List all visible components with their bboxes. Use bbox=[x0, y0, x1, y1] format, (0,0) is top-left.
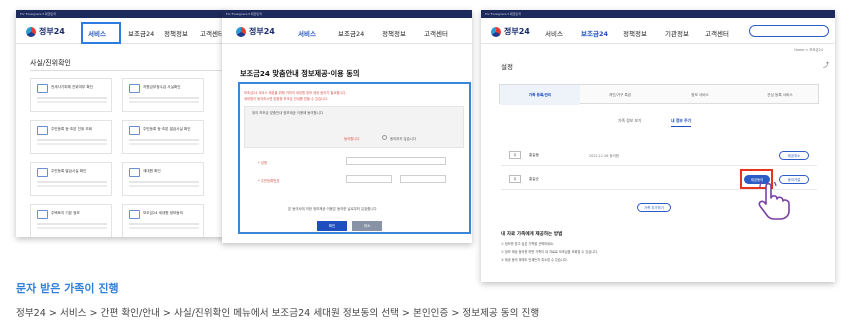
nav-support[interactable]: 고객센터 bbox=[200, 28, 224, 38]
document-icon bbox=[129, 126, 140, 135]
nav-policy[interactable]: 정책정보 bbox=[164, 28, 188, 38]
service-card[interactable]: 주민등록 등·초본 발급사실 확인 bbox=[122, 120, 204, 154]
navigation-path: 정부24 > 서비스 > 간편 확인/안내 > 사실/진위확인 메뉴에서 보조금… bbox=[16, 308, 540, 319]
nav-support[interactable]: 고객센터 bbox=[424, 28, 448, 38]
search-input[interactable] bbox=[749, 25, 829, 37]
document-icon bbox=[37, 126, 48, 135]
notice-text: 세대원이 동의하시면 맞춤형 보조금 안내를 받을 수 있습니다. bbox=[244, 97, 329, 101]
rrn-back-input[interactable] bbox=[400, 175, 446, 183]
site-header: 정부24 서비스 보조금24 정책정보 고객센터 bbox=[16, 18, 228, 44]
screenshot-panel-family-settings: For Foreigners ▾ 대한민국 정부24 서비스 보조금24 정책정… bbox=[481, 10, 835, 282]
document-icon bbox=[37, 168, 48, 177]
subtab-give-my-info[interactable]: 내 정보 주기 bbox=[671, 118, 692, 127]
money-icon bbox=[129, 210, 140, 219]
utility-bar: For Foreigners ▾ 대한민국 bbox=[222, 10, 472, 18]
radio-disagree[interactable] bbox=[382, 135, 387, 140]
logo-icon bbox=[491, 26, 501, 37]
screenshot-panel-service-menu: For Foreigners ▾ 대한민국 정부24 서비스 보조금24 정책정… bbox=[16, 10, 228, 237]
cancel-button[interactable]: 취소 bbox=[352, 221, 382, 231]
service-card[interactable]: 주택토지 기본 정보 bbox=[30, 204, 112, 237]
tab-personal-traits[interactable]: 개인/가구 특성 bbox=[580, 85, 660, 105]
name-label: * 성명 bbox=[258, 161, 268, 165]
site-header: 정부24 서비스 보조금24 정책정보 기관정보 고객센터 bbox=[481, 18, 835, 44]
add-family-button[interactable]: 가족 추가하기 bbox=[637, 203, 671, 212]
utility-bar: For Foreigners ▾ 대한민국 bbox=[481, 10, 835, 18]
service-card[interactable]: 지원금부정수급 사실확인 bbox=[122, 78, 204, 112]
help-step: ② 정보 제공 동의를 하면 가족이 내 자료로 보조금을 조회할 수 있습니다… bbox=[501, 250, 599, 254]
document-icon bbox=[129, 84, 140, 93]
tab-interest-service[interactable]: 관심 등록 서비스 bbox=[740, 85, 820, 105]
help-title: 내 자료 가족에게 제공하는 방법 bbox=[501, 232, 563, 237]
service-card[interactable]: 주민등록 발급사실 확인 bbox=[30, 162, 112, 196]
radio-agree-label: 동의합니다 bbox=[344, 137, 360, 141]
logo-icon bbox=[236, 26, 246, 37]
rrn-front-input[interactable] bbox=[346, 175, 392, 183]
help-step: ③ 제공 동의 후에도 언제든지 취소할 수 있습니다. bbox=[501, 258, 568, 262]
house-icon bbox=[129, 168, 140, 177]
nav-service[interactable]: 서비스 bbox=[298, 28, 316, 38]
nav-agency[interactable]: 기관정보 bbox=[665, 28, 689, 38]
utility-bar: For Foreigners ▾ 대한민국 bbox=[16, 10, 228, 18]
page-title: 설정 bbox=[501, 63, 513, 71]
bottom-note: 본 동의서에 의한 정보제공·이용은 동의한 날로부터 유효합니다 bbox=[288, 207, 377, 211]
document-icon bbox=[37, 84, 48, 93]
nav-support[interactable]: 고객센터 bbox=[705, 28, 729, 38]
service-card-subsidy24[interactable]: 보조금24 세대원 정보동의 bbox=[122, 204, 204, 237]
gov24-logo[interactable]: 정부24 bbox=[236, 26, 275, 37]
divider bbox=[30, 70, 226, 71]
subtab-view-family[interactable]: 가족 정보 보기 bbox=[618, 118, 641, 124]
notice-text: 보조금24 서비스 제공을 위해 귀하의 세대원 정보 제공 동의가 필요합니다… bbox=[244, 91, 347, 95]
confirm-button[interactable]: 확인 bbox=[317, 221, 347, 231]
service-card[interactable]: 세대원 확인 bbox=[122, 162, 204, 196]
name-input[interactable] bbox=[346, 157, 446, 165]
settings-tabs: 가족 등록/관리 개인/가구 특성 정보 서비스 관심 등록 서비스 bbox=[499, 84, 820, 105]
family-row: 자 홍길동 2022.11.26 동의함 제공취소 bbox=[501, 146, 817, 166]
form-title: 보조금24 맞춤안내 정보제공·이용 동의 bbox=[240, 69, 360, 78]
nav-subsidy24[interactable]: 보조금24 bbox=[581, 28, 608, 38]
page-title: 사실/진위확인 bbox=[30, 59, 71, 67]
share-icon[interactable]: ⤴ bbox=[823, 60, 829, 69]
pointing-hand-icon bbox=[758, 182, 790, 220]
service-card[interactable]: 전세사기피해 진위여부 확인 bbox=[30, 78, 112, 112]
nav-subsidy24[interactable]: 보조금24 bbox=[128, 28, 154, 38]
highlight-service-menu bbox=[81, 22, 121, 44]
document-icon bbox=[37, 210, 48, 219]
consent-text: 위의 보조금 맞춤안내 정보제공 이용에 동의합니다 bbox=[252, 111, 323, 115]
step-caption: 문자 받은 가족이 진행 bbox=[16, 282, 119, 295]
tab-family-register[interactable]: 가족 등록/관리 bbox=[500, 85, 580, 105]
nav-subsidy24[interactable]: 보조금24 bbox=[338, 28, 364, 38]
nav-service[interactable]: 서비스 bbox=[545, 28, 563, 38]
nav-policy[interactable]: 정책정보 bbox=[382, 28, 406, 38]
service-card[interactable]: 주민등록 등·초본 진위 조회 bbox=[30, 120, 112, 154]
breadcrumb: Home > 보조금24 bbox=[794, 48, 823, 52]
site-header: 정부24 서비스 보조금24 정책정보 고객센터 bbox=[222, 18, 472, 44]
help-step: ① 정보를 받고 싶은 가족을 선택하세요. bbox=[501, 242, 554, 246]
gov24-logo[interactable]: 정부24 bbox=[26, 26, 65, 37]
logo-icon bbox=[26, 26, 36, 37]
nav-policy[interactable]: 정책정보 bbox=[623, 28, 647, 38]
gov24-logo[interactable]: 정부24 bbox=[491, 26, 530, 37]
radio-disagree-label: 동의하지 않습니다 bbox=[390, 137, 417, 141]
withdraw-consent-button[interactable]: 제공취소 bbox=[779, 151, 809, 160]
tab-info-service[interactable]: 정보 서비스 bbox=[660, 85, 740, 105]
screenshot-panel-consent-form: For Foreigners ▾ 대한민국 정부24 서비스 보조금24 정책정… bbox=[222, 10, 472, 243]
rrn-label: * 주민등록번호 bbox=[258, 179, 280, 183]
